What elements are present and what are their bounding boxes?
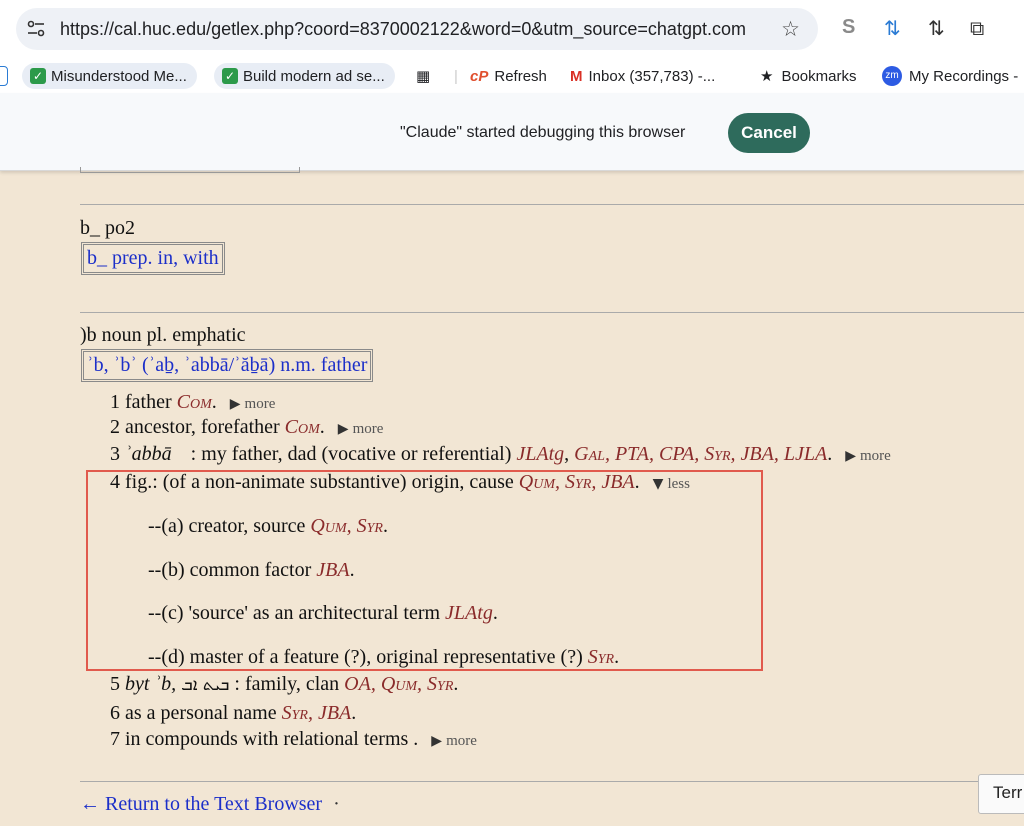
- source-abbr[interactable]: JBA: [316, 559, 349, 581]
- source-abbr[interactable]: Com: [177, 391, 212, 413]
- return-to-text-browser: ← Return to the Text Browser ·: [80, 793, 340, 815]
- source-abbr[interactable]: Qum, Syr: [310, 515, 383, 537]
- sense-1: 1 father Com. ▶ more: [110, 391, 276, 413]
- bookmark-partial-icon[interactable]: [0, 63, 8, 89]
- source-abbr[interactable]: JLAtg: [516, 443, 564, 465]
- star-icon: ★: [760, 67, 774, 85]
- sense-4: 4 fig.: (of a non-animate substantive) o…: [110, 471, 690, 493]
- less-toggle[interactable]: ▼ less: [653, 476, 690, 492]
- checkmark-icon: ✓: [30, 68, 46, 84]
- bookmark-item[interactable]: cP Refresh: [470, 63, 547, 89]
- sense-4b: --(b) common factor JBA.: [148, 559, 355, 581]
- sense-6: 6 as a personal name Syr, JBA.: [110, 702, 357, 724]
- entry-heading: )b noun pl. emphatic: [80, 324, 246, 346]
- bookmarks-bar: ✓ Misunderstood Me... ✓ Build modern ad se…: [0, 57, 1024, 93]
- source-abbr[interactable]: Syr: [588, 646, 614, 668]
- source-abbr[interactable]: Gal, PTA, CPA, Syr, JBA, LJLA: [574, 443, 827, 465]
- sense-4d: --(d) master of a feature (?), original …: [148, 646, 620, 668]
- triangle-down-icon: ▼: [652, 476, 664, 492]
- divider: |: [454, 67, 458, 85]
- source-abbr[interactable]: Com: [285, 416, 320, 438]
- lexicon-page: b_ po2 b_ prep. in, with )b noun pl. emp…: [0, 167, 1024, 826]
- bookmark-item[interactable]: ✓ Misunderstood Me...: [22, 63, 197, 89]
- bookmark-star-icon[interactable]: ☆: [781, 17, 800, 41]
- source-abbr[interactable]: Qum, Syr, JBA: [519, 471, 635, 493]
- more-toggle[interactable]: ▶ more: [338, 421, 384, 437]
- divider: [80, 781, 1024, 782]
- syriac-script: ܒܝܬ ܐܒ: [181, 675, 230, 695]
- extension-s-icon[interactable]: S: [842, 16, 855, 39]
- url-text[interactable]: https://cal.huc.edu/getlex.php?coord=837…: [60, 19, 746, 40]
- triangle-right-icon: ▶: [431, 733, 443, 749]
- sense-4a: --(a) creator, source Qum, Syr.: [148, 515, 388, 537]
- sense-2: 2 ancestor, forefather Com. ▶ more: [110, 416, 384, 438]
- sense-5: 5 byt ʾb, ܒܝܬ ܐܒ : family, clan OA, Qum,…: [110, 673, 459, 695]
- bookmark-item[interactable]: M Inbox (357,783) -...: [570, 63, 715, 89]
- entry-heading: b_ po2: [80, 217, 135, 239]
- triangle-right-icon: ▶: [337, 421, 349, 437]
- browser-toolbar: https://cal.huc.edu/getlex.php?coord=837…: [0, 0, 1024, 57]
- entry-link[interactable]: ʾb, ʾbʾ (ʾaḇ, ʾabbā/ʾăḇā) n.m. father: [81, 349, 374, 382]
- source-abbr[interactable]: Syr, JBA: [282, 702, 352, 724]
- more-toggle[interactable]: ▶ more: [431, 733, 477, 749]
- bookmark-item[interactable]: ★ Bookmarks: [760, 63, 856, 89]
- extension-arrows-blue-icon[interactable]: ⇅: [884, 16, 901, 40]
- more-toggle[interactable]: ▶ more: [845, 448, 891, 464]
- bookmark-item[interactable]: ✓ Build modern ad se...: [214, 63, 395, 89]
- gmail-icon: M: [570, 67, 583, 85]
- more-toggle[interactable]: ▶ more: [230, 396, 276, 412]
- zoom-icon: zm: [882, 66, 902, 86]
- extensions-puzzle-icon[interactable]: ⧉: [970, 16, 984, 40]
- sense-3: 3 ʾabbā : my father, dad (vocative or re…: [110, 443, 891, 465]
- sense-7: 7 in compounds with relational terms . ▶…: [110, 728, 477, 750]
- apps-grid-icon[interactable]: ▦: [416, 63, 430, 89]
- debugging-message: "Claude" started debugging this browser: [400, 124, 686, 141]
- extension-arrows-icon[interactable]: ⇅: [928, 16, 945, 40]
- source-abbr[interactable]: OA, Qum, Syr: [344, 673, 453, 695]
- triangle-right-icon: ▶: [229, 396, 241, 412]
- divider: [80, 312, 1024, 313]
- triangle-right-icon: ▶: [845, 448, 856, 464]
- return-link[interactable]: ← Return to the Text Browser: [80, 793, 322, 815]
- bookmark-item[interactable]: zm My Recordings -: [882, 63, 1018, 89]
- sense-4c: --(c) 'source' as an architectural term …: [148, 602, 498, 624]
- cpanel-icon: cP: [470, 67, 489, 85]
- address-bar[interactable]: https://cal.huc.edu/getlex.php?coord=837…: [16, 8, 818, 50]
- terms-button[interactable]: Terr: [978, 774, 1024, 814]
- debugging-banner: "Claude" started debugging this browser …: [0, 93, 1024, 171]
- source-abbr[interactable]: JLAtg: [445, 602, 493, 624]
- divider: [80, 204, 1024, 205]
- previous-box-edge: [80, 167, 300, 173]
- cancel-button[interactable]: Cancel: [728, 113, 810, 153]
- checkmark-icon: ✓: [222, 68, 238, 84]
- site-info-icon[interactable]: [26, 19, 46, 39]
- entry-link[interactable]: b_ prep. in, with: [81, 242, 225, 275]
